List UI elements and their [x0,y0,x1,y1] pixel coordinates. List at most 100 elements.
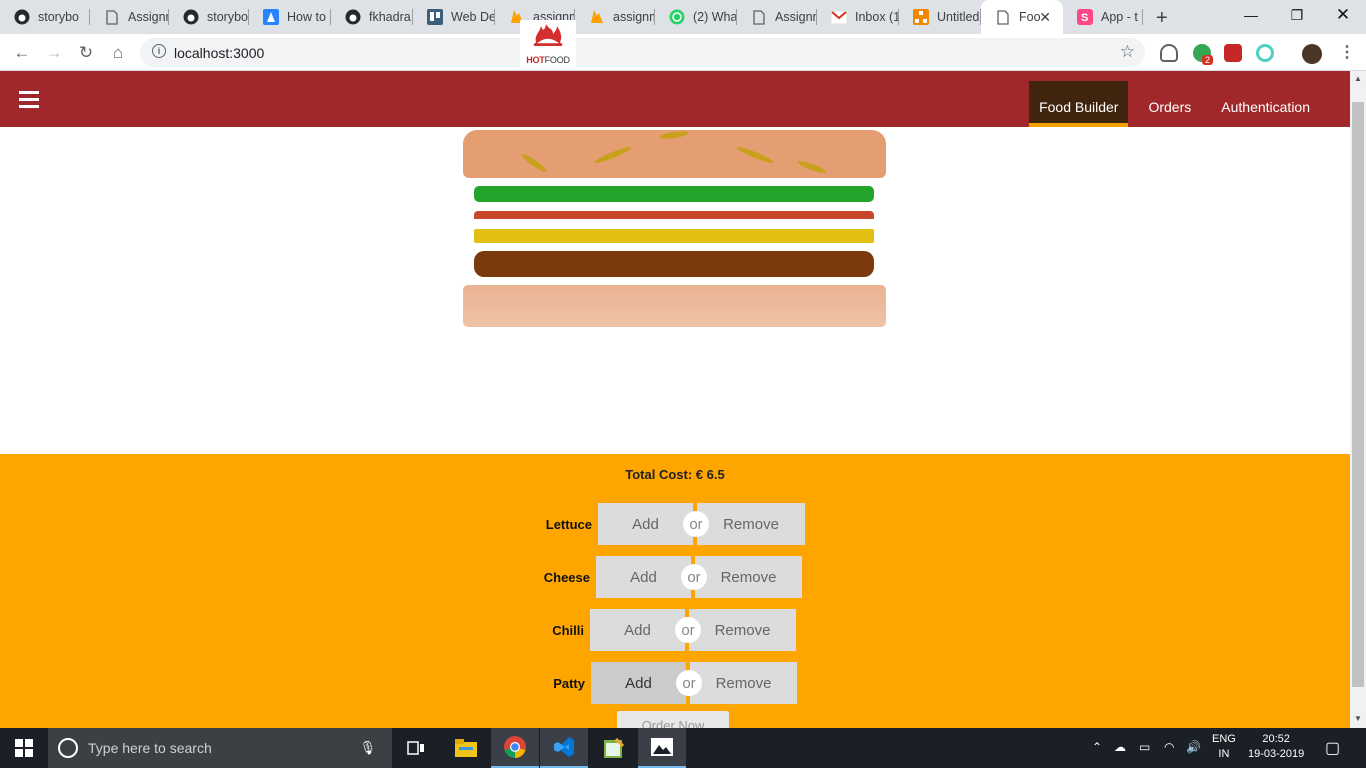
ingredient-label: Patty [553,675,585,691]
ingredient-label: Chilli [552,622,584,638]
vscode-icon[interactable] [540,728,588,768]
tab-label: storybo [38,10,79,24]
browser-tab[interactable]: Web De [413,0,495,34]
lettuce-layer [474,186,874,202]
sesame-seed [658,129,690,141]
tab-label: Assignn [128,10,169,24]
browser-tab[interactable]: How to [249,0,331,34]
hotfood-logo[interactable]: HOTFOOD [520,20,576,68]
nav-food-builder[interactable]: Food Builder [1029,81,1129,127]
logo-text: HOTFOOD [526,55,570,65]
browser-menu-icon[interactable]: ⋮ [1339,42,1355,62]
logo-food-text: FOOD [544,55,570,65]
tab-label: Web De [451,10,495,24]
bread-top [463,129,886,178]
scroll-thumb[interactable] [1352,102,1364,687]
page-icon [995,9,1011,25]
close-window-icon[interactable]: ✕ [1320,0,1366,30]
tab-label: storybo [207,10,248,24]
back-icon[interactable]: ← [10,41,34,65]
address-bar[interactable]: i localhost:3000 ☆ [140,38,1145,67]
browser-tab[interactable]: Inbox (1 [817,0,899,34]
browser-tab[interactable]: Assignn [90,0,169,34]
task-view-icon[interactable] [392,728,440,768]
bookmark-star-icon[interactable]: ☆ [1120,42,1135,62]
url-text[interactable]: localhost:3000 [174,45,264,61]
patty-layer [474,251,874,277]
clock-time: 20:52 [1262,733,1290,745]
minimize-icon[interactable]: — [1228,0,1274,30]
tray-overflow-icon[interactable]: ⌃ [1092,740,1102,754]
sesame-seed [519,151,549,175]
gmail-icon [831,9,847,25]
home-icon[interactable]: ⌂ [106,41,130,65]
file-explorer-icon[interactable] [442,728,490,768]
region-code: IN [1218,748,1230,760]
reload-icon[interactable]: ↻ [74,41,98,65]
tab-label: Assignn [775,10,817,24]
wifi-icon[interactable]: ◠ [1164,740,1174,754]
onedrive-icon[interactable]: ☁ [1114,740,1126,754]
extension-red-icon[interactable] [1224,44,1242,62]
browser-tab[interactable]: Untitled [899,0,981,34]
nav-orders[interactable]: Orders [1138,81,1201,127]
clock-date: 19-03-2019 [1248,748,1305,760]
browser-tab-active[interactable]: Foo ✕ [981,0,1063,34]
add-cheese-button[interactable]: Add [596,556,691,598]
chrome-icon[interactable] [491,728,539,768]
scroll-down-icon[interactable]: ▼ [1352,714,1364,723]
extension-shield-icon[interactable] [1160,44,1178,62]
forward-icon[interactable]: → [42,41,66,65]
cheese-layer [474,229,874,243]
taskbar-search[interactable]: Type here to search 🎙 [48,728,392,768]
notifications-icon[interactable]: ▢ [1325,738,1340,758]
browser-tab[interactable]: fkhadra [331,0,413,34]
language-indicator[interactable]: ENG IN [1212,732,1236,762]
volume-icon[interactable]: 🔊 [1186,740,1201,754]
close-tab-icon[interactable]: ✕ [1039,9,1051,26]
nav-authentication[interactable]: Authentication [1211,81,1320,127]
tab-label: Foo [1019,10,1041,24]
remove-chilli-button[interactable]: Remove [689,609,796,651]
tab-label: fkhadra [369,10,411,24]
browser-tab[interactable]: storybo [169,0,249,34]
tab-label: Inbox (1 [855,10,899,24]
system-clock[interactable]: 20:52 19-03-2019 [1248,732,1304,762]
browser-tab[interactable]: S App - t [1063,0,1143,34]
add-chilli-button[interactable]: Add [590,609,685,651]
trello-icon [427,9,443,25]
or-separator: or [683,511,709,537]
notepad-icon[interactable] [589,728,637,768]
windows-start-icon[interactable] [0,728,48,768]
storybook-icon: S [1077,9,1093,25]
control-row-chilli: Chilli Add Remove or [524,609,796,651]
remove-cheese-button[interactable]: Remove [695,556,802,598]
remove-patty-button[interactable]: Remove [690,662,797,704]
atlassian-icon [263,9,279,25]
battery-icon[interactable]: ▭ [1139,740,1150,754]
photos-icon[interactable] [638,728,686,768]
add-patty-button[interactable]: Add [591,662,686,704]
new-tab-button[interactable]: + [1156,7,1168,30]
control-row-patty: Patty Add Remove or [525,662,797,704]
or-separator: or [681,564,707,590]
control-row-lettuce: Lettuce Add Remove or [532,503,805,545]
extension-circle-icon[interactable] [1256,44,1274,62]
microphone-icon[interactable]: 🎙 [359,740,376,756]
browser-tab[interactable]: assignm [575,0,655,34]
profile-avatar[interactable] [1302,44,1322,64]
browser-tab[interactable]: storybo [0,0,90,34]
browser-tab[interactable]: (2) Wha [655,0,737,34]
tab-label: (2) Wha [693,10,737,24]
remove-lettuce-button[interactable]: Remove [697,503,805,545]
github-icon [14,9,30,25]
control-row-cheese: Cheese Add Remove or [530,556,802,598]
sesame-seed [593,144,633,166]
site-info-icon[interactable]: i [152,44,166,58]
restore-icon[interactable]: ❐ [1274,0,1320,30]
menu-toggle-icon[interactable] [19,91,39,112]
scroll-up-icon[interactable]: ▲ [1352,74,1364,83]
browser-tab[interactable]: Assignn [737,0,817,34]
bread-bottom [463,285,886,327]
add-lettuce-button[interactable]: Add [598,503,693,545]
